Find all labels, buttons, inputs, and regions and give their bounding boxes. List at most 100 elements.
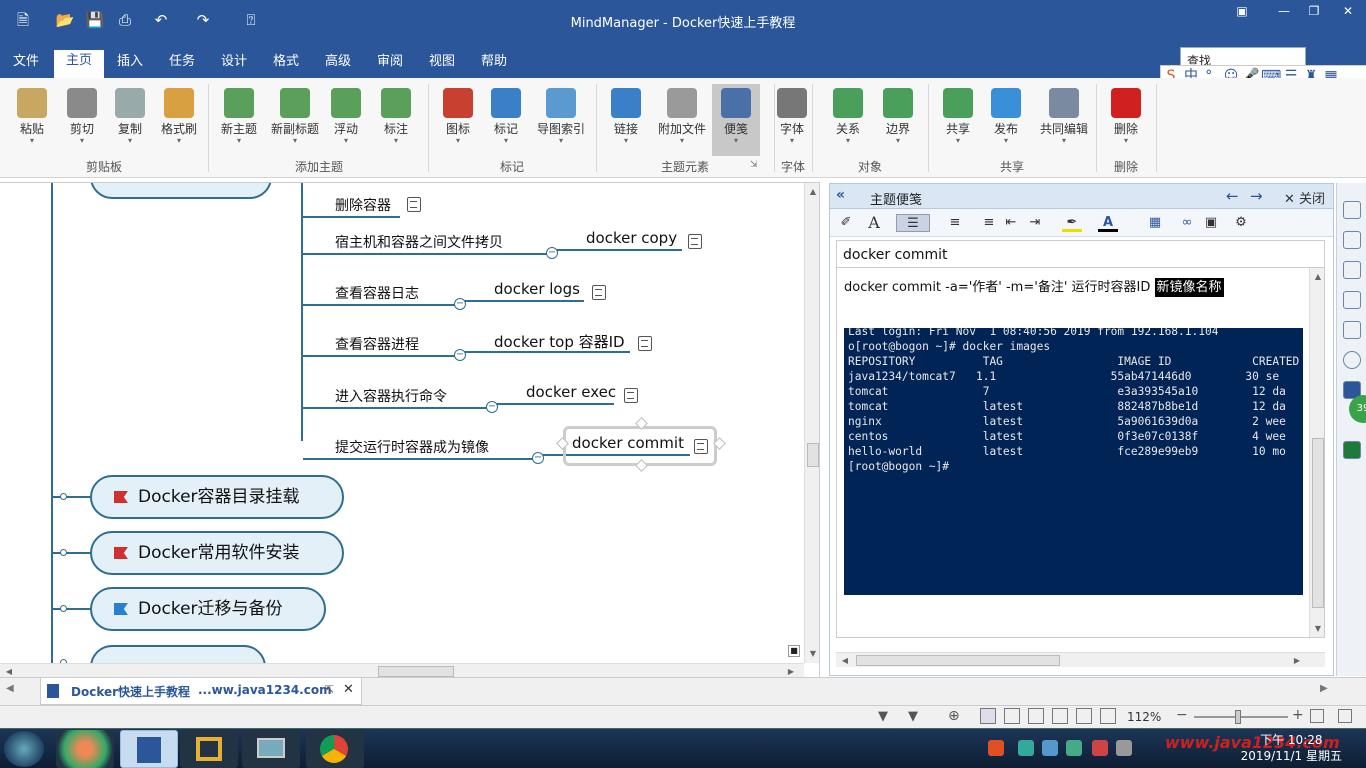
note-icon[interactable] [592, 285, 606, 300]
ribbon-map-index-button[interactable]: 导图索引 ▾ [530, 84, 592, 156]
ribbon-share-button[interactable]: 共享 ▾ [936, 84, 980, 156]
mindmanager-taskbar-icon[interactable] [120, 730, 178, 768]
gantt-view-icon[interactable] [1028, 708, 1044, 724]
ribbon-new-topic-button[interactable]: 新主题 ▾ [216, 84, 262, 156]
subtopic-label[interactable]: 查看容器日志 [335, 283, 419, 303]
partial-topic[interactable] [90, 183, 272, 199]
ribbon-floating-topic-button[interactable]: 浮动 ▾ [324, 84, 368, 156]
map-parts-icon[interactable] [1343, 321, 1361, 339]
vertical-scroll-thumb[interactable] [807, 443, 819, 467]
excel-icon[interactable] [1343, 441, 1361, 459]
ribbon-link-button[interactable]: 链接 ▾ [604, 84, 648, 156]
notes-scroll-down-icon[interactable]: ▼ [1312, 624, 1324, 633]
ribbon-relationship-button[interactable]: 关系 ▾ [826, 84, 870, 156]
ribbon-icon-marker-button[interactable]: 图标 ▾ [436, 84, 480, 156]
ribbon-coedit-button[interactable]: 共同编辑 ▾ [1034, 84, 1094, 156]
ribbon-boundary-button[interactable]: 边界 ▾ [876, 84, 920, 156]
collapse-toggle-icon[interactable]: − [454, 298, 466, 310]
tab-design[interactable]: 设计 [212, 51, 256, 78]
ribbon-delete-button[interactable]: 删除 ▾ [1104, 84, 1148, 156]
notes-scroll-left-icon[interactable]: ◀ [840, 656, 850, 665]
command-topic[interactable]: docker exec [526, 383, 616, 401]
subtopic-label[interactable]: 进入容器执行命令 [335, 386, 447, 406]
command-topic[interactable]: docker top 容器ID [494, 331, 625, 352]
doc-scroll-right-icon[interactable]: ▶ [1320, 683, 1328, 694]
chrome-icon[interactable] [306, 730, 364, 768]
main-topic[interactable]: Docker迁移与备份 [90, 587, 326, 631]
notes-vertical-scrollbar[interactable]: ▲ ▼ [1309, 268, 1324, 637]
scroll-left-icon[interactable]: ◀ [4, 667, 14, 676]
slides-view-icon[interactable] [1100, 708, 1116, 724]
bullet-list-icon[interactable]: ≡ [980, 214, 998, 232]
notes-title-field[interactable]: docker commit [836, 240, 1325, 268]
main-topic[interactable]: Docker容器目录挂载 [90, 475, 344, 519]
canvas-horizontal-scrollbar[interactable]: ◀ ▶ [0, 663, 804, 677]
close-window-button[interactable]: ✕ [1334, 2, 1362, 20]
document-tab[interactable]: Docker快速上手教程 ...ww.java1234.com ⇱ ✕ [40, 678, 362, 705]
fit-map-icon[interactable] [980, 708, 996, 724]
app-icon-colorful[interactable] [56, 730, 114, 768]
restore-ribbon-icon[interactable]: ▣ [1228, 2, 1256, 20]
close-notes-button[interactable]: ✕ 关闭 [1284, 188, 1325, 207]
zoom-out-icon[interactable]: − [1176, 707, 1188, 723]
zoom-slider[interactable] [1194, 716, 1288, 718]
library-icon[interactable] [1343, 291, 1361, 309]
filter-icon[interactable]: ▼ [878, 709, 888, 724]
tab-insert[interactable]: 插入 [108, 51, 152, 78]
calendar-icon[interactable] [1343, 231, 1361, 249]
float-tab-icon[interactable]: ⇱ [325, 683, 334, 696]
group-launcher-icon[interactable]: ⇲ [750, 160, 758, 170]
tray-app-icon[interactable] [1092, 740, 1108, 756]
ribbon-attach-button[interactable]: 附加文件 ▾ [652, 84, 712, 156]
tab-help[interactable]: 帮助 [472, 51, 516, 78]
tray-network-icon[interactable] [1042, 740, 1058, 756]
ribbon-callout-button[interactable]: 标注 ▾ [374, 84, 418, 156]
ribbon-notes-button[interactable]: 便笺 ▾ [712, 84, 760, 156]
doc-scroll-left-icon[interactable]: ◀ [6, 683, 14, 694]
canvas-overview-icon[interactable]: ■ [788, 645, 800, 657]
image-icon[interactable]: ▣ [1202, 214, 1220, 232]
schedule-view-icon[interactable] [1052, 708, 1068, 724]
zoom-slider-thumb[interactable] [1235, 710, 1241, 724]
fullscreen-icon[interactable] [1338, 709, 1352, 723]
main-topic[interactable]: Docker常用软件安装 [90, 531, 344, 575]
table-icon[interactable]: ▦ [1146, 214, 1164, 232]
subtopic-label[interactable]: 提交运行时容器成为镜像 [335, 437, 489, 457]
notes-scroll-right-icon[interactable]: ▶ [1292, 656, 1302, 665]
next-note-icon[interactable]: → [1250, 187, 1263, 205]
ribbon-copy-button[interactable]: 复制 ▾ [110, 84, 150, 156]
tab-advanced[interactable]: 高级 [316, 51, 360, 78]
resources-icon[interactable] [1343, 261, 1361, 279]
ribbon-publish-button[interactable]: 发布 ▾ [984, 84, 1028, 156]
sogou-tray-icon[interactable] [988, 740, 1004, 756]
note-icon[interactable] [407, 197, 421, 212]
ribbon-new-subtopic-button[interactable]: 新副标题 ▾ [266, 84, 324, 156]
note-icon[interactable] [624, 388, 638, 403]
tray-shield-icon[interactable] [1066, 740, 1082, 756]
command-topic[interactable]: docker copy [586, 229, 677, 247]
notes-scroll-thumb[interactable] [1312, 438, 1324, 608]
note-icon[interactable] [688, 234, 702, 249]
start-button[interactable] [4, 731, 44, 767]
tray-plus-icon[interactable] [1018, 740, 1034, 756]
scroll-down-icon[interactable]: ▼ [807, 649, 819, 658]
system-clock[interactable]: 下午 10:28 2019/11/1 星期五 [1241, 732, 1342, 764]
collapse-toggle-icon[interactable]: − [486, 401, 498, 413]
more-options-icon[interactable]: ⚙ [1228, 214, 1254, 232]
tab-review[interactable]: 审阅 [368, 51, 412, 78]
tab-file[interactable]: 文件 [4, 51, 48, 78]
tab-home[interactable]: 主页 [54, 50, 104, 78]
outline-view-icon[interactable] [1004, 708, 1020, 724]
note-icon[interactable] [638, 336, 652, 351]
subtopic-label[interactable]: 查看容器进程 [335, 334, 419, 354]
zoom-in-icon[interactable]: + [1292, 707, 1304, 723]
prev-note-icon[interactable]: ← [1226, 187, 1239, 205]
notes-horizontal-scrollbar[interactable]: ◀ ▶ [836, 652, 1325, 667]
indent-icon[interactable]: ⇥ [1026, 214, 1044, 232]
horizontal-scroll-thumb[interactable] [378, 666, 454, 677]
highlight-icon[interactable]: ✒ [1062, 214, 1082, 232]
outdent-icon[interactable]: ⇤ [1002, 214, 1020, 232]
collapse-pane-icon[interactable]: « [836, 187, 845, 203]
filter-more-icon[interactable]: ▼ [908, 709, 918, 724]
link-view-icon[interactable] [1076, 708, 1092, 724]
